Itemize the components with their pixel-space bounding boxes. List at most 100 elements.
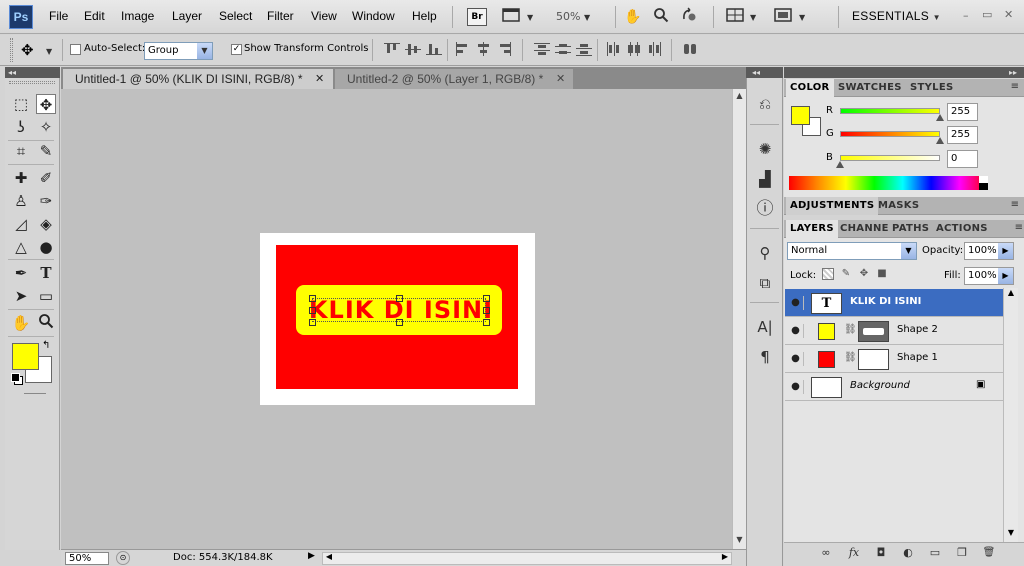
- blue-channel-thumb[interactable]: [836, 161, 844, 168]
- menu-edit[interactable]: Edit: [84, 9, 105, 23]
- default-colors-icon[interactable]: [11, 373, 20, 382]
- align-bottom-icon[interactable]: [426, 42, 442, 56]
- show-transform-checkbox[interactable]: ✓: [231, 44, 242, 55]
- tab-untitled-2[interactable]: Untitled-2 @ 50% (Layer 1, RGB/8) * ✕: [335, 69, 573, 89]
- visibility-eye-icon[interactable]: ●: [788, 324, 804, 338]
- shape-2-fill-swatch[interactable]: [818, 323, 835, 340]
- fill-input[interactable]: 100% ▶: [964, 267, 1014, 285]
- align-vcenter-icon[interactable]: [405, 42, 421, 56]
- close-tab-icon[interactable]: ✕: [315, 69, 324, 89]
- shape-1-fill-swatch[interactable]: [818, 351, 835, 368]
- zoom-tool-icon[interactable]: [651, 7, 671, 27]
- adjustment-layer-icon[interactable]: ◐: [899, 545, 917, 561]
- status-zoom-field[interactable]: 50%: [65, 552, 109, 565]
- chevron-down-icon[interactable]: ▼: [799, 13, 805, 22]
- blur-tool-icon[interactable]: △: [11, 237, 31, 257]
- eraser-tool-icon[interactable]: ◿: [11, 214, 31, 234]
- foreground-color-swatch[interactable]: [12, 343, 39, 370]
- menu-filter[interactable]: Filter: [267, 9, 294, 23]
- tab-actions[interactable]: ACTIONS: [932, 220, 1010, 238]
- right-dock-header[interactable]: [784, 67, 1024, 78]
- fx-icon[interactable]: fx: [845, 545, 863, 561]
- hand-tool-icon[interactable]: ✋: [11, 313, 31, 333]
- move-tool-icon[interactable]: ✥: [36, 94, 56, 114]
- transform-handle[interactable]: [396, 295, 403, 302]
- type-tool-icon[interactable]: T: [36, 263, 56, 283]
- red-channel-input[interactable]: 255: [947, 103, 978, 121]
- rotate-view-icon[interactable]: [680, 7, 700, 27]
- distribute-hcenter-icon[interactable]: [626, 42, 642, 56]
- transform-handle[interactable]: [396, 319, 403, 326]
- tab-styles[interactable]: STYLES: [906, 79, 957, 97]
- menu-file[interactable]: File: [49, 9, 68, 23]
- tab-masks[interactable]: MASKS: [874, 197, 923, 215]
- info-panel-icon[interactable]: ⓘ: [754, 198, 776, 220]
- trash-icon[interactable]: 🗑: [980, 545, 998, 561]
- visibility-eye-icon[interactable]: ●: [788, 296, 804, 310]
- green-channel-slider[interactable]: [840, 131, 940, 137]
- healing-brush-tool-icon[interactable]: ✚: [11, 168, 31, 188]
- auto-select-mode-select[interactable]: Group ▼: [144, 42, 213, 60]
- close-tab-icon[interactable]: ✕: [556, 69, 565, 89]
- lock-all-icon[interactable]: ■: [876, 268, 888, 280]
- blend-mode-select[interactable]: Normal ▼: [787, 242, 917, 260]
- arrange-documents-icon[interactable]: [725, 7, 745, 27]
- blue-channel-input[interactable]: 0: [947, 150, 978, 168]
- menu-image[interactable]: Image: [121, 9, 154, 23]
- scroll-down-icon[interactable]: ▼: [733, 533, 746, 547]
- layers-scrollbar[interactable]: ▲ ▼: [1003, 288, 1018, 542]
- bridge-button[interactable]: Br: [467, 8, 487, 26]
- canvas-horizontal-scrollbar[interactable]: ◀ ▶: [322, 552, 732, 565]
- view-extras-icon[interactable]: [501, 7, 521, 27]
- quick-select-tool-icon[interactable]: ✧: [36, 117, 56, 137]
- swap-colors-icon[interactable]: ↰: [42, 340, 50, 351]
- close-button[interactable]: ✕: [1004, 8, 1013, 21]
- distribute-vcenter-icon[interactable]: [555, 42, 571, 56]
- scroll-left-icon[interactable]: ◀: [323, 552, 335, 561]
- menu-layer[interactable]: Layer: [172, 9, 202, 23]
- chevron-down-icon[interactable]: ▼: [527, 13, 533, 22]
- restore-button[interactable]: ▭: [982, 8, 992, 21]
- lock-transparent-pixels-icon[interactable]: [822, 268, 834, 280]
- layer-row-shape-2[interactable]: ● ⛓ Shape 2: [785, 317, 1003, 345]
- menu-help[interactable]: Help: [412, 9, 437, 23]
- dodge-tool-icon[interactable]: ●: [36, 237, 56, 257]
- auto-align-layers-icon[interactable]: [682, 42, 698, 56]
- tab-untitled-1[interactable]: Untitled-1 @ 50% (KLIK DI ISINI, RGB/8) …: [63, 69, 333, 89]
- green-channel-input[interactable]: 255: [947, 126, 978, 144]
- transform-handle[interactable]: [483, 307, 490, 314]
- visibility-eye-icon[interactable]: ●: [788, 352, 804, 366]
- marquee-tool-icon[interactable]: ⬚: [11, 94, 31, 114]
- histogram-panel-icon[interactable]: ▟: [754, 168, 776, 190]
- opacity-input[interactable]: 100% ▶: [964, 242, 1014, 260]
- distribute-bottom-icon[interactable]: [576, 42, 592, 56]
- menu-view[interactable]: View: [311, 9, 337, 23]
- menu-window[interactable]: Window: [352, 9, 395, 23]
- auto-select-checkbox[interactable]: [70, 44, 81, 55]
- align-hcenter-icon[interactable]: [476, 42, 492, 56]
- clone-stamp-tool-icon[interactable]: ♙: [11, 191, 31, 211]
- canvas-vertical-scrollbar[interactable]: ▲ ▼: [732, 89, 746, 549]
- crop-tool-icon[interactable]: ⌗: [11, 141, 31, 161]
- paragraph-panel-icon[interactable]: ¶: [754, 346, 776, 368]
- panel-menu-icon[interactable]: ≡: [1015, 222, 1023, 233]
- screen-mode-icon[interactable]: [773, 7, 793, 27]
- color-panel-foreground-swatch[interactable]: [791, 106, 810, 125]
- red-channel-thumb[interactable]: [936, 114, 944, 121]
- black-white-ramp[interactable]: [979, 176, 988, 190]
- layer-row-klik-di-isini[interactable]: ● T KLIK DI ISINI: [785, 289, 1003, 317]
- transform-handle[interactable]: [309, 319, 316, 326]
- quick-mask-icon[interactable]: [24, 393, 46, 394]
- green-channel-thumb[interactable]: [936, 137, 944, 144]
- status-menu-arrow-icon[interactable]: ▶: [308, 551, 315, 561]
- scroll-up-icon[interactable]: ▲: [733, 89, 746, 103]
- chevron-down-icon[interactable]: ▼: [750, 13, 756, 22]
- lasso-tool-icon[interactable]: ʖ: [11, 117, 31, 137]
- layer-row-shape-1[interactable]: ● ⛓ Shape 1: [785, 345, 1003, 373]
- tab-adjustments[interactable]: ADJUSTMENTS: [786, 197, 879, 215]
- collapse-dock-icon[interactable]: ▸▸: [1009, 67, 1017, 78]
- scroll-up-icon[interactable]: ▲: [1005, 288, 1017, 297]
- scroll-right-icon[interactable]: ▶: [719, 552, 731, 561]
- tab-swatches[interactable]: SWATCHES: [834, 79, 906, 97]
- clone-source-panel-icon[interactable]: ⧉: [754, 272, 776, 294]
